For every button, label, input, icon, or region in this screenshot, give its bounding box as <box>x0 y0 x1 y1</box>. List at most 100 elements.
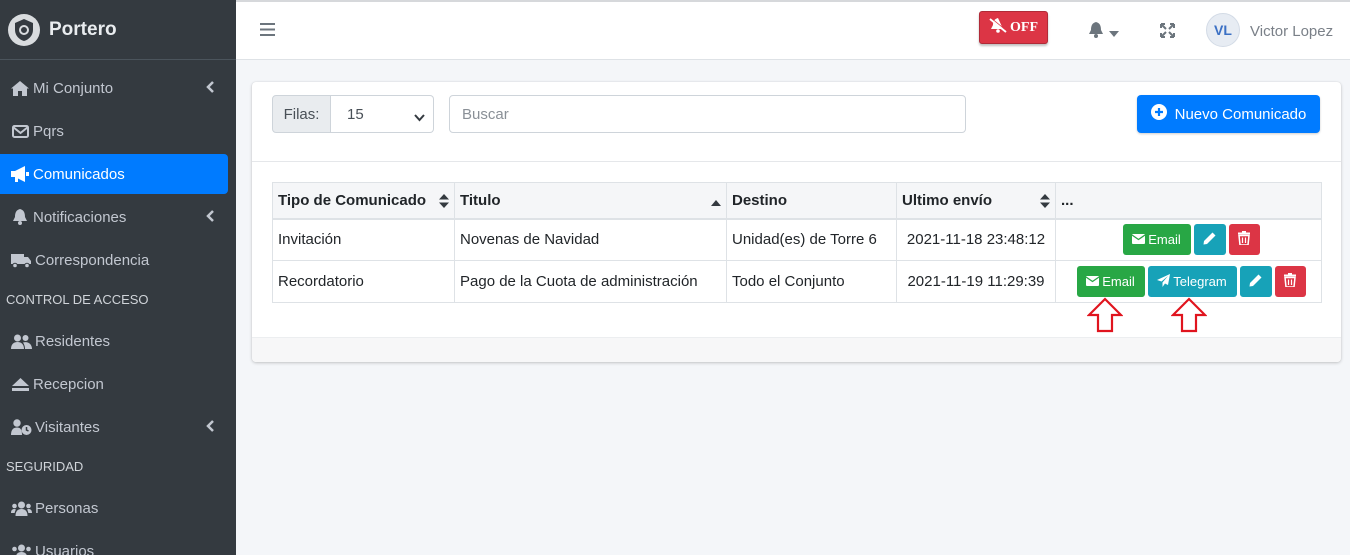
sidebar-item-label: Correspondencia <box>35 251 150 269</box>
col-header-label: Titulo <box>460 191 501 209</box>
filas-select[interactable]: 15 <box>331 95 434 133</box>
trash-icon <box>1238 231 1250 248</box>
sidebar-item-label: Notificaciones <box>33 208 127 226</box>
avatar[interactable]: VL <box>1206 13 1240 47</box>
bell-slash-icon <box>989 17 1008 38</box>
brand[interactable]: Portero <box>0 0 236 60</box>
sidebar-item-correspondencia[interactable]: Correspondencia <box>0 240 228 280</box>
users-icon <box>10 333 32 349</box>
sidebar-item-comunicados[interactable]: Comunicados <box>0 154 228 194</box>
alarm-off-button[interactable]: OFF <box>979 11 1048 44</box>
sidebar-item-visitantes[interactable]: Visitantes <box>0 407 228 447</box>
email-label: Email <box>1102 274 1135 289</box>
cell-tipo: Invitación <box>272 218 455 261</box>
sidebar-item-label: Recepcion <box>33 375 104 393</box>
edit-button[interactable] <box>1193 224 1226 256</box>
chevron-left-icon <box>206 419 214 436</box>
col-header-label: Tipo de Comunicado <box>278 191 427 209</box>
caret-down-icon <box>1109 24 1119 41</box>
sidebar-item-recepcion[interactable]: Recepcion <box>0 364 228 404</box>
users-group-icon <box>10 543 32 555</box>
col-header-label: Destino <box>732 191 788 209</box>
sidebar-item-label: Comunicados <box>33 165 125 183</box>
trash-icon <box>1284 273 1296 290</box>
envelope-icon <box>10 123 30 139</box>
table-row: Invitación Novenas de Navidad Unidad(es)… <box>272 218 1322 261</box>
sort-icon <box>1040 194 1050 212</box>
card-header: Filas: 15 Nuevo Comunicado <box>252 82 1341 162</box>
sidebar-item-label: Personas <box>35 499 99 517</box>
alarm-off-label: OFF <box>1010 19 1038 35</box>
table-row: Recordatorio Pago de la Cuota de adminis… <box>272 260 1322 303</box>
nav-header-control-acceso: CONTROL DE ACCESO <box>6 292 149 307</box>
email-button[interactable]: Email <box>1076 266 1145 297</box>
card-footer <box>252 337 1341 362</box>
bell-icon <box>1089 22 1103 42</box>
edit-button[interactable] <box>1239 266 1272 297</box>
brand-name: Portero <box>49 18 117 40</box>
bell-icon <box>10 209 30 225</box>
hamburger-menu-icon[interactable] <box>260 23 275 40</box>
col-header-tipo[interactable]: Tipo de Comunicado <box>272 182 455 220</box>
col-header-destino[interactable]: Destino <box>726 182 897 220</box>
filas-group: Filas: 15 <box>272 95 434 133</box>
topbar: OFF VL Victor Lopez <box>236 0 1350 60</box>
plus-circle-icon <box>1150 104 1167 124</box>
megaphone-icon <box>10 166 30 182</box>
envelope-icon <box>1131 232 1146 247</box>
paper-plane-icon <box>1157 273 1171 290</box>
notifications-dropdown[interactable] <box>1089 22 1119 42</box>
nuevo-comunicado-button[interactable]: Nuevo Comunicado <box>1137 95 1320 133</box>
delete-button[interactable] <box>1228 224 1260 256</box>
delete-button[interactable] <box>1274 266 1306 297</box>
telegram-button[interactable]: Telegram <box>1147 266 1237 297</box>
col-header-envio[interactable]: Ultimo envío <box>896 182 1056 220</box>
home-icon <box>10 80 30 96</box>
sidebar-item-label: Pqrs <box>33 122 64 140</box>
cell-envio: 2021-11-18 23:48:12 <box>896 218 1056 261</box>
sort-asc-icon <box>711 194 721 211</box>
envelope-icon <box>1085 274 1100 289</box>
nav-header-seguridad: SEGURIDAD <box>6 459 84 474</box>
sort-icon <box>439 194 449 212</box>
col-header-label: Ultimo envío <box>902 191 993 209</box>
sidebar-item-label: Visitantes <box>35 418 100 436</box>
sidebar-item-residentes[interactable]: Residentes <box>0 321 228 361</box>
username[interactable]: Victor Lopez <box>1250 23 1333 40</box>
col-header-titulo[interactable]: Titulo <box>454 182 727 220</box>
fullscreen-icon[interactable] <box>1160 23 1175 42</box>
cell-titulo: Novenas de Navidad <box>454 218 727 261</box>
shield-logo-icon <box>8 13 40 46</box>
sidebar-nav: Mi Conjunto Pqrs Comunicados Notificacio… <box>0 60 236 555</box>
arrow-up-annotation-icon <box>1170 297 1208 337</box>
cell-envio: 2021-11-19 11:29:39 <box>896 260 1056 303</box>
sidebar-item-mi-conjunto[interactable]: Mi Conjunto <box>0 68 228 108</box>
sidebar-item-personas[interactable]: Personas <box>0 488 228 528</box>
arrow-up-annotation-icon <box>1086 297 1124 337</box>
sidebar-item-label: Residentes <box>35 332 111 350</box>
filas-label: Filas: <box>272 95 331 133</box>
truck-icon <box>10 252 32 268</box>
sidebar-item-label: Usuarios <box>35 542 95 555</box>
filas-value: 15 <box>347 105 364 123</box>
chevron-left-icon <box>206 209 214 226</box>
search-input[interactable] <box>449 95 966 133</box>
email-label: Email <box>1148 232 1181 248</box>
col-header-label: ... <box>1061 191 1074 209</box>
comunicados-table: Tipo de Comunicado Titulo Destino Ultimo… <box>272 182 1322 303</box>
eject-icon <box>10 376 30 392</box>
user-clock-icon <box>10 419 32 435</box>
email-button[interactable]: Email <box>1122 224 1191 256</box>
cell-destino: Unidad(es) de Torre 6 <box>726 218 897 261</box>
cell-tipo: Recordatorio <box>272 260 455 303</box>
cell-titulo: Pago de la Cuota de administración <box>454 260 727 303</box>
chevron-down-icon <box>414 109 425 126</box>
chevron-left-icon <box>206 80 214 97</box>
col-header-actions: ... <box>1055 182 1322 220</box>
sidebar: Portero Mi Conjunto Pqrs Comunicados Not… <box>0 0 236 555</box>
sidebar-item-pqrs[interactable]: Pqrs <box>0 111 228 151</box>
telegram-label: Telegram <box>1173 274 1227 289</box>
sidebar-item-notificaciones[interactable]: Notificaciones <box>0 197 228 237</box>
pencil-icon <box>1203 232 1216 248</box>
sidebar-item-usuarios[interactable]: Usuarios <box>0 531 228 555</box>
